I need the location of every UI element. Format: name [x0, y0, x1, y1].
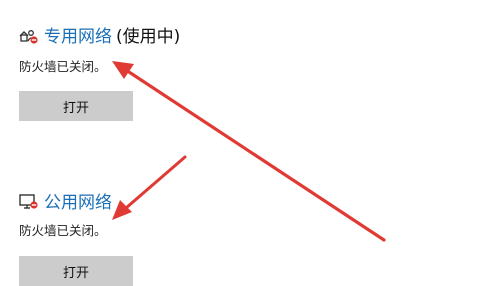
private-network-icon: [18, 24, 40, 46]
public-network-turn-on-button[interactable]: 打开: [19, 256, 133, 286]
private-network-firewall-status: 防火墙已关闭。: [19, 59, 107, 74]
public-network-icon: [18, 190, 40, 212]
private-network-turn-on-button[interactable]: 打开: [19, 91, 133, 121]
public-network-header: 公用网络: [18, 188, 112, 213]
public-network-title[interactable]: 公用网络: [44, 193, 112, 213]
annotation-arrow-2: [112, 155, 187, 220]
private-network-state: (使用中): [116, 27, 181, 47]
public-network-firewall-status: 防火墙已关闭。: [19, 223, 107, 238]
private-network-header: 专用网络 (使用中): [18, 22, 180, 47]
private-network-title[interactable]: 专用网络: [44, 27, 112, 47]
annotation-arrow-1: [112, 61, 386, 242]
